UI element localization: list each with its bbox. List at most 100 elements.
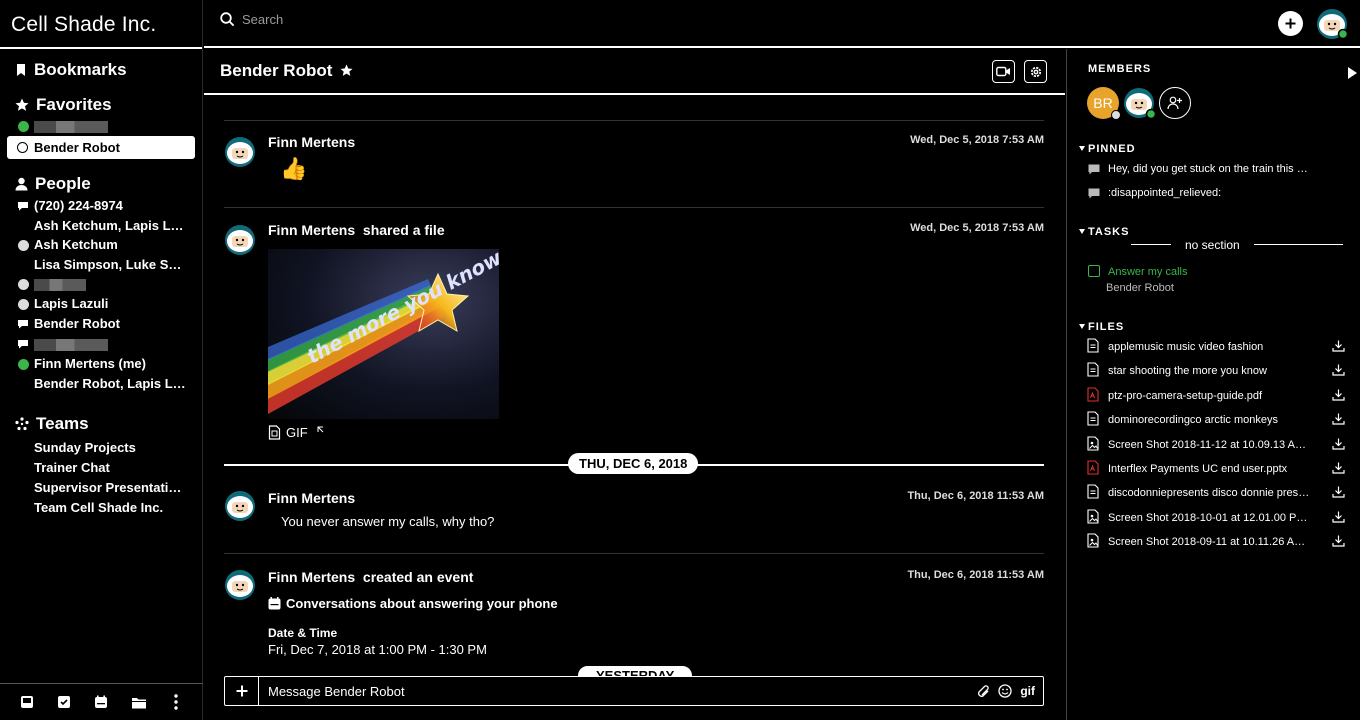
teams-icon [15,417,29,431]
section-teams[interactable]: Teams [0,412,202,436]
settings-button[interactable] [1024,60,1047,83]
presence-dot [18,299,29,310]
file-name[interactable]: star shooting the more you know [1108,365,1313,377]
person-item-bender-robot[interactable]: Bender Robot [0,314,200,334]
file-row[interactable]: star shooting the more you know [1087,361,1345,381]
file-name[interactable]: ptz-pro-camera-setup-guide.pdf [1108,390,1313,402]
message-author[interactable]: Finn Mertens created an event [268,569,473,585]
team-item[interactable]: Supervisor Presentations [0,478,188,498]
file-row[interactable]: Screen Shot 2018-11-12 at 10.09.13 AM.pn… [1087,435,1345,455]
message-author[interactable]: Finn Mertens [268,490,355,506]
message-action: shared a file [362,222,445,238]
message-author[interactable]: Finn Mertens [268,134,355,150]
search-bar[interactable]: Search [220,12,283,27]
download-icon[interactable] [1332,389,1345,404]
member-avatar-finn[interactable] [1123,87,1157,126]
gear-icon [1030,66,1041,77]
message-author[interactable]: Finn Mertens shared a file [268,222,445,238]
file-row[interactable]: dominorecordingco arctic monkeys [1087,410,1345,430]
file-row[interactable]: discodonniepresents disco donnie present… [1087,483,1345,503]
event-title-row[interactable]: Conversations about answering your phone [268,596,558,611]
download-icon[interactable] [1332,535,1345,550]
search-input[interactable]: Search [242,12,283,27]
favorite-item-bender-robot[interactable]: Bender Robot [7,136,195,159]
person-item-phone[interactable]: (720) 224-8974 [0,196,200,216]
section-favorites[interactable]: Favorites [0,93,202,117]
files-caret-icon[interactable] [1079,324,1085,329]
collapse-panel-icon[interactable] [1347,66,1358,80]
org-name[interactable]: Cell Shade Inc. [0,0,202,49]
team-item[interactable]: Team Cell Shade Inc. [0,498,200,518]
download-icon[interactable] [1332,438,1345,453]
folder-icon[interactable] [129,692,149,712]
task-checkbox[interactable] [1088,265,1100,277]
pinned-caret-icon[interactable] [1079,146,1085,151]
expand-arrow-icon[interactable] [317,426,324,433]
calendar-icon[interactable] [91,692,111,712]
person-item-ash-ketchum[interactable]: Ash Ketchum [0,235,200,255]
chat-title[interactable]: Bender Robot [220,61,332,81]
file-label-row[interactable]: GIF [268,425,324,440]
person-item-finn-mertens[interactable]: Finn Mertens (me) [0,354,200,374]
online-status-dot [18,121,29,132]
download-icon[interactable] [1332,462,1345,477]
video-camera-icon [996,66,1010,77]
task-title[interactable]: Answer my calls [1108,266,1187,278]
user-avatar[interactable] [1316,8,1349,45]
file-name[interactable]: applemusic music video fashion [1108,341,1313,353]
file-name[interactable]: dominorecordingco arctic monkeys [1108,414,1313,426]
more-vertical-icon[interactable] [166,692,186,712]
message-input[interactable] [259,683,978,699]
favorite-item-redacted[interactable] [0,118,200,134]
message-time: Thu, Dec 6, 2018 11:53 AM [907,490,1044,502]
paperclip-icon[interactable] [977,684,990,698]
download-icon[interactable] [1332,413,1345,428]
tasks-heading[interactable]: TASKS [1088,226,1129,238]
message-action: created an event [362,569,474,585]
file-name[interactable]: Screen Shot 2018-10-01 at 12.01.00 PM.pn… [1108,512,1313,524]
teams-label: Teams [36,414,89,433]
tasks-icon[interactable] [54,692,74,712]
download-icon[interactable] [1332,511,1345,526]
file-name[interactable]: Screen Shot 2018-09-11 at 10.11.26 AM.pn… [1108,536,1313,548]
file-row[interactable]: ptz-pro-camera-setup-guide.pdf [1087,386,1345,406]
person-item-redacted-2[interactable] [0,334,200,354]
file-name[interactable]: Screen Shot 2018-11-12 at 10.09.13 AM.pn… [1108,439,1313,451]
add-member-button[interactable] [1159,87,1191,119]
download-icon[interactable] [1332,486,1345,501]
pinned-item[interactable]: :disappointed_relieved: [1088,187,1338,199]
download-icon[interactable] [1332,364,1345,379]
gif-button[interactable]: gif [1020,684,1035,698]
pinned-item[interactable]: Hey, did you get stuck on the train this… [1088,163,1338,175]
file-row[interactable]: Screen Shot 2018-09-11 at 10.11.26 AM.pn… [1087,532,1345,552]
files-heading[interactable]: FILES [1088,321,1124,333]
file-row[interactable]: applemusic music video fashion [1087,337,1345,357]
team-item[interactable]: Sunday Projects [0,438,200,458]
favorite-star-icon[interactable] [340,63,353,77]
person-sub-finn: Bender Robot, Lapis Lazuli [34,376,188,391]
file-name[interactable]: Interflex Payments UC end user.pptx [1108,463,1313,475]
download-icon[interactable] [1332,340,1345,355]
gif-attachment[interactable]: the more you know [268,249,499,419]
video-call-button[interactable] [992,60,1015,83]
file-row[interactable]: Screen Shot 2018-10-01 at 12.01.00 PM.pn… [1087,508,1345,528]
composer-add-button[interactable] [225,677,259,705]
person-item-lapis-lazuli[interactable]: Lapis Lazuli [0,294,200,314]
author-name[interactable]: Finn Mertens [268,222,355,238]
inbox-icon[interactable] [17,692,37,712]
file-row[interactable]: Interflex Payments UC end user.pptx [1087,459,1345,479]
member-avatar-br[interactable]: BR [1087,87,1121,120]
emoji-icon[interactable] [998,684,1012,698]
people-label: People [35,174,91,193]
tasks-caret-icon[interactable] [1079,229,1085,234]
author-name[interactable]: Finn Mertens [268,569,355,585]
person-item-redacted[interactable] [0,274,200,294]
section-bookmarks[interactable]: Bookmarks [0,58,202,82]
file-name[interactable]: discodonniepresents disco donnie present… [1108,487,1313,499]
add-button[interactable] [1278,11,1303,36]
favorites-label: Favorites [36,95,112,114]
team-item[interactable]: Trainer Chat [0,458,200,478]
pinned-heading[interactable]: PINNED [1088,143,1136,155]
section-people[interactable]: People [0,172,202,196]
plus-icon [236,685,247,697]
